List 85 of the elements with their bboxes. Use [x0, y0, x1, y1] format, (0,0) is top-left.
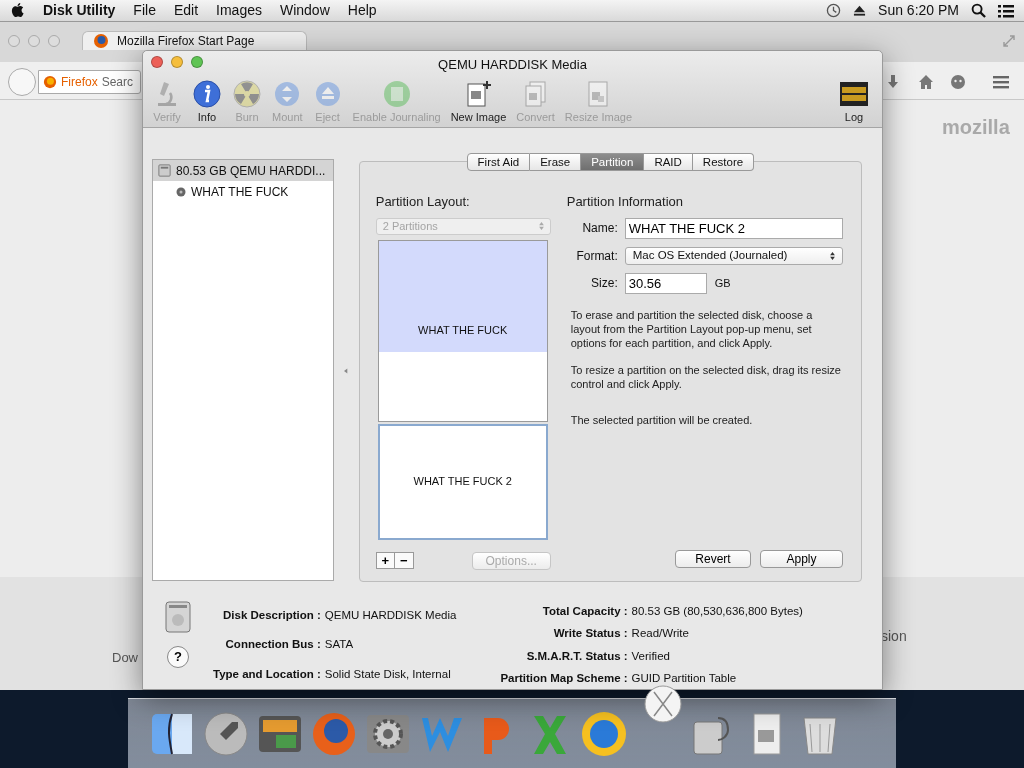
info-label: Total Capacity : — [542, 605, 628, 618]
info-value: 80.53 GB (80,530,636,800 Bytes) — [631, 605, 803, 618]
size-field[interactable]: 30.56 — [624, 272, 707, 294]
brand-logo: mozilla — [942, 115, 1010, 140]
radiation-icon — [232, 79, 262, 109]
app-menu[interactable]: Disk Utility — [43, 0, 116, 21]
help-text: To erase and partition the selected disk, choose a layout from the Partition Layout pop-up menu, set options for each partition, and click Apply. — [570, 307, 814, 350]
info-value: QEMU HARDDISK Media — [324, 608, 457, 621]
firefox-icon — [93, 33, 109, 49]
partition-label: WHAT THE FUCK — [418, 323, 508, 339]
name-field[interactable]: WHAT THE FUCK 2 — [624, 217, 843, 239]
info-label: Partition Map Scheme : — [500, 671, 628, 684]
menu-item[interactable]: File — [133, 0, 156, 21]
menu-item[interactable]: Images — [216, 0, 262, 21]
menu-icon[interactable] — [993, 74, 1009, 90]
partition-block[interactable]: WHAT THE FUCK — [377, 239, 548, 422]
field-label: Name: — [581, 220, 619, 237]
unit-label: GB — [714, 275, 731, 291]
identity-label: Firefox — [61, 74, 98, 91]
journal-icon — [381, 79, 412, 109]
revert-button[interactable]: Revert — [675, 550, 751, 568]
splitter-handle-icon[interactable] — [343, 367, 349, 374]
zoom-button[interactable] — [191, 56, 203, 68]
info-value: Verified — [631, 649, 670, 662]
hard-drive-icon — [163, 600, 193, 634]
field-label: Format: — [575, 247, 619, 265]
menu-item[interactable]: Window — [279, 0, 330, 21]
help-text: To resize a partition on the selected disk, drag its resize control and click Apply. — [570, 362, 842, 391]
apple-icon[interactable] — [10, 2, 25, 19]
section-heading: Partition Information — [566, 193, 685, 211]
info-value: Read/Write — [631, 627, 689, 640]
partition-label: WHAT THE FUCK 2 — [413, 474, 512, 490]
info-label: Type and Location : — [213, 668, 321, 681]
info-label: Write Status : — [553, 627, 628, 640]
toolbar-button[interactable]: Info — [187, 79, 227, 124]
window-title: QEMU HARDDISK Media — [437, 56, 588, 74]
chat-icon[interactable] — [950, 74, 966, 90]
toolbar-button[interactable]: New Image — [445, 79, 512, 124]
expand-icon[interactable] — [1002, 34, 1016, 48]
tab-title: Mozilla Firefox Start Page — [117, 33, 255, 50]
stepper-icon — [829, 251, 835, 260]
list-icon[interactable] — [998, 3, 1014, 18]
help-button[interactable]: ? — [167, 646, 189, 668]
field-label: Size: — [590, 275, 619, 292]
apply-button[interactable]: Apply — [760, 550, 843, 568]
info-value: GUID Partition Table — [631, 671, 737, 684]
globe-icon[interactable] — [580, 709, 628, 758]
browser-tab[interactable]: Mozilla Firefox Start Page — [82, 31, 307, 50]
tab[interactable]: Restore — [692, 153, 755, 171]
info-label: Connection Bus : — [225, 638, 321, 651]
toolbar-button[interactable]: Log — [834, 79, 874, 124]
info-label: S.M.A.R.T. Status : — [526, 649, 628, 662]
tab[interactable]: Erase — [530, 153, 582, 171]
link-text: Dow — [112, 649, 138, 667]
add-button[interactable]: + — [375, 552, 395, 569]
info-label: Disk Description : — [223, 608, 321, 621]
volume-icon — [175, 185, 187, 198]
firefox-icon — [43, 75, 57, 89]
search-icon[interactable] — [971, 3, 986, 18]
sidebar-item[interactable]: 80.53 GB QEMU HARDDI... — [153, 160, 333, 181]
info-icon — [192, 79, 222, 109]
menu-item[interactable]: Edit — [173, 0, 199, 21]
menu-item[interactable]: Help — [347, 0, 377, 21]
close-button[interactable] — [151, 56, 163, 68]
download-icon[interactable] — [885, 74, 901, 90]
section-heading: Partition Layout: — [375, 193, 471, 211]
search-text: Searc — [101, 74, 134, 91]
log-icon — [839, 79, 869, 109]
info-value: SATA — [324, 638, 354, 651]
info-value: Solid State Disk, Internal — [324, 668, 451, 681]
tab[interactable]: Partition — [581, 153, 645, 171]
home-icon[interactable] — [918, 74, 934, 90]
minimize-button[interactable] — [171, 56, 183, 68]
close-badge-icon[interactable] — [643, 684, 683, 724]
search-field[interactable]: Firefox Searc — [38, 70, 141, 94]
time-machine-icon[interactable] — [826, 3, 842, 18]
eject-icon[interactable] — [853, 4, 867, 17]
format-popup[interactable]: Mac OS Extended (Journaled) — [624, 246, 843, 265]
help-text: The selected partition will be created. — [570, 412, 754, 427]
tab[interactable]: RAID — [644, 153, 693, 171]
sidebar-item[interactable]: WHAT THE FUCK — [153, 181, 333, 202]
stepper-icon — [538, 222, 544, 230]
clock[interactable]: Sun 6:20 PM — [878, 0, 959, 21]
partition-block[interactable]: WHAT THE FUCK 2 — [377, 423, 548, 540]
tab[interactable]: First Aid — [466, 153, 531, 171]
